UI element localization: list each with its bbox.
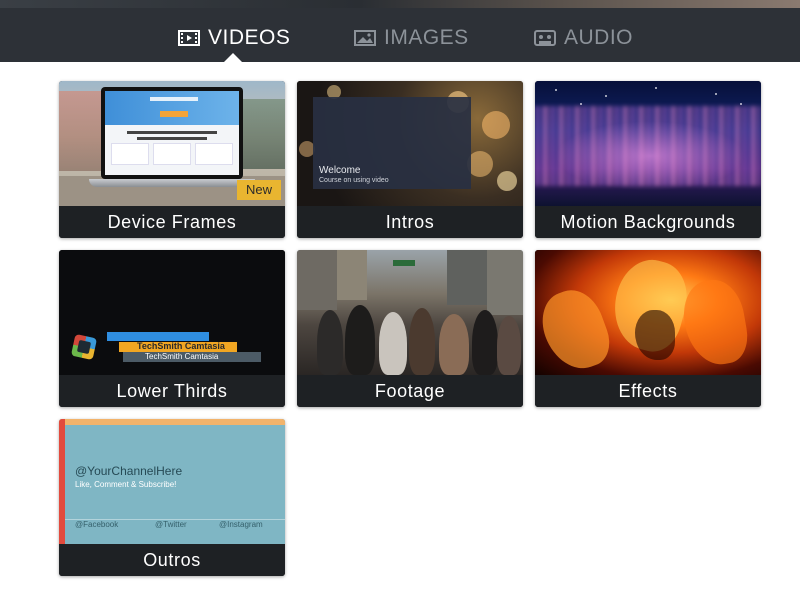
card-footage[interactable]: Footage xyxy=(297,250,523,407)
card-label: Device Frames xyxy=(59,206,285,238)
tab-images[interactable]: IMAGES xyxy=(354,26,469,50)
card-label: Footage xyxy=(297,375,523,407)
outro-thumb-cta: Like, Comment & Subscribe! xyxy=(75,480,177,489)
card-device-frames[interactable]: New Device Frames xyxy=(59,81,285,238)
lower-third-line1: TechSmith Camtasia xyxy=(137,341,225,351)
active-tab-indicator xyxy=(224,53,242,62)
card-label: Intros xyxy=(297,206,523,238)
tab-images-label: IMAGES xyxy=(384,26,469,49)
lower-thirds-thumbnail: TechSmith Camtasia TechSmith Camtasia xyxy=(59,250,285,375)
camtasia-logo-icon xyxy=(70,333,98,361)
device-frames-thumbnail: New xyxy=(59,81,285,206)
cassette-icon xyxy=(534,30,556,46)
motion-backgrounds-thumbnail xyxy=(535,81,761,206)
card-lower-thirds[interactable]: TechSmith Camtasia TechSmith Camtasia Lo… xyxy=(59,250,285,407)
tab-videos-label: VIDEOS xyxy=(208,26,291,49)
effects-thumbnail xyxy=(535,250,761,375)
tab-audio[interactable]: AUDIO xyxy=(534,26,633,50)
card-intros[interactable]: Welcome Course on using video Intros xyxy=(297,81,523,238)
intro-thumb-subtitle: Course on using video xyxy=(319,177,389,184)
footage-thumbnail xyxy=(297,250,523,375)
film-icon xyxy=(178,30,200,46)
lower-third-line2: TechSmith Camtasia xyxy=(145,352,219,361)
outro-thumb-instagram: @Instagram xyxy=(219,520,263,529)
media-type-tabs: VIDEOS IMAGES AUDIO xyxy=(0,8,800,62)
outro-thumb-facebook: @Facebook xyxy=(75,520,119,529)
card-label: Effects xyxy=(535,375,761,407)
card-outros[interactable]: @YourChannelHere Like, Comment & Subscri… xyxy=(59,419,285,576)
outro-thumb-handle: @YourChannelHere xyxy=(75,464,183,478)
card-effects[interactable]: Effects xyxy=(535,250,761,407)
card-label: Lower Thirds xyxy=(59,375,285,407)
top-image-strip xyxy=(0,0,800,8)
new-badge: New xyxy=(237,180,281,200)
card-motion-backgrounds[interactable]: Motion Backgrounds xyxy=(535,81,761,238)
image-icon xyxy=(354,30,376,46)
card-label: Outros xyxy=(59,544,285,576)
card-label: Motion Backgrounds xyxy=(535,206,761,238)
intros-thumbnail: Welcome Course on using video xyxy=(297,81,523,206)
outros-thumbnail: @YourChannelHere Like, Comment & Subscri… xyxy=(59,419,285,544)
intro-thumb-title: Welcome xyxy=(319,165,361,176)
tab-videos[interactable]: VIDEOS xyxy=(178,26,290,50)
tab-audio-label: AUDIO xyxy=(564,26,634,49)
outro-thumb-twitter: @Twitter xyxy=(155,520,187,529)
